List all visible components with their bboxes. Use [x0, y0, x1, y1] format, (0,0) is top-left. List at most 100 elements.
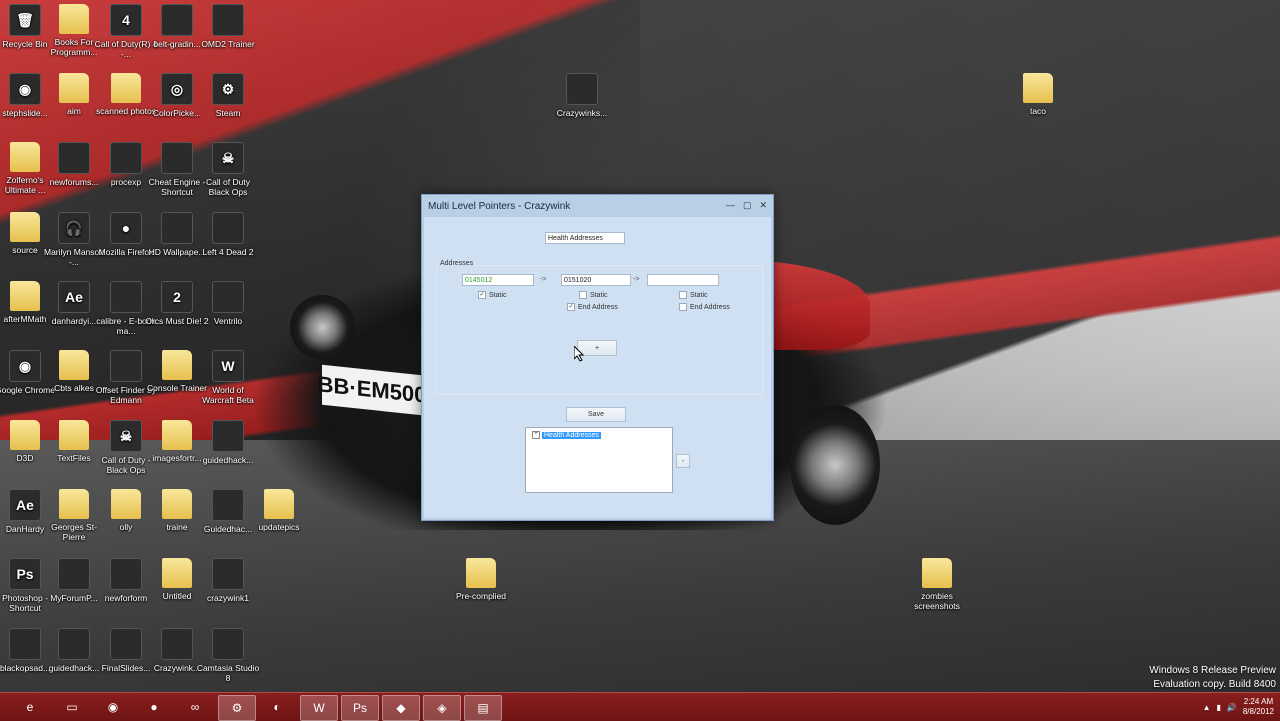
- desktop-icon-label: Left 4 Dead 2: [202, 247, 254, 257]
- desktop-icon-label: updatepics: [258, 522, 300, 532]
- gsp-icon: [59, 489, 89, 519]
- desktop-icon-label: taco: [1029, 106, 1047, 116]
- watermark-line2: Evaluation copy. Build 8400: [1153, 679, 1276, 690]
- firefox-icon[interactable]: ●: [136, 695, 172, 719]
- window-title: Multi Level Pointers - Crazywink: [428, 200, 571, 212]
- desktop-icon-label: World of Warcraft Beta: [202, 385, 254, 405]
- arrow-2: ->: [633, 276, 640, 283]
- desktop-icon-ventrilo[interactable]: Ventrilo: [196, 281, 260, 326]
- marilyn-icon: 🎧: [58, 212, 90, 244]
- desktop-icon-omd2[interactable]: OMD2 Trainer: [196, 4, 260, 49]
- guidedhac2-icon: [212, 489, 244, 521]
- finalslides-icon: [110, 628, 142, 660]
- guidedhack3-icon: [58, 628, 90, 660]
- addresses-group-label: Addresses: [438, 260, 476, 267]
- desktop-icon-codbo[interactable]: ☠ Call of Duty Black Ops: [196, 142, 260, 197]
- desktop-icon-label: Pre-complied: [455, 591, 507, 601]
- volume-icon[interactable]: 🔊: [1227, 703, 1237, 712]
- multi-level-pointers-window[interactable]: Multi Level Pointers - Crazywink — ▢ ✕ H…: [421, 194, 774, 521]
- internet-explorer-icon[interactable]: e: [12, 695, 48, 719]
- address-field-2[interactable]: 0151020: [561, 274, 631, 286]
- end-address-checkbox-2[interactable]: ✓ End Address: [567, 303, 618, 311]
- desktop-icon-guidedhack1[interactable]: guidedhack...: [196, 420, 260, 465]
- photoshop-taskbar-icon[interactable]: Ps: [341, 695, 379, 721]
- cod4-icon: 4: [110, 4, 142, 36]
- windows-watermark: Windows 8 Release Preview Evaluation cop…: [1149, 664, 1276, 692]
- clock[interactable]: 2:24 AM 8/8/2012: [1243, 697, 1274, 717]
- end-address-checkbox-3[interactable]: End Address: [679, 303, 730, 311]
- window-titlebar[interactable]: Multi Level Pointers - Crazywink: [422, 195, 773, 217]
- danhardy2-icon: Ae: [9, 489, 41, 521]
- updatepics-icon: [264, 489, 294, 519]
- steam-icon: ⚙: [212, 73, 244, 105]
- precompiled-icon: [466, 558, 496, 588]
- minimize-icon[interactable]: —: [726, 200, 735, 211]
- desktop-icon-updatepics[interactable]: updatepics: [247, 489, 311, 532]
- remove-button[interactable]: -: [676, 454, 690, 468]
- desktop-icon-precompiled[interactable]: Pre-complied: [449, 558, 513, 601]
- olly-icon: [111, 489, 141, 519]
- guidedhack1-icon: [212, 420, 244, 452]
- desktop-icon-l4d2[interactable]: Left 4 Dead 2: [196, 212, 260, 257]
- desktop-icon-label: guidedhack...: [202, 455, 254, 465]
- close-icon[interactable]: ✕: [759, 200, 767, 211]
- desktop-icon-taco[interactable]: taco: [1006, 73, 1070, 116]
- static-checkbox-3[interactable]: Static: [679, 291, 708, 299]
- address-field-1[interactable]: 0145012: [462, 274, 534, 286]
- taskbar: e ▭ ◉ ● ∞ ⚙ ◐ W Ps ◆ ◈ ▤ ▲ ▮ 🔊 2:24 AM 8…: [0, 692, 1280, 721]
- tray-arrow-icon[interactable]: ▲: [1203, 703, 1211, 712]
- firefox-icon: ●: [110, 212, 142, 244]
- window-client-area: Health Addresses Addresses 0145012 -> 01…: [424, 217, 771, 518]
- desktop-icon-label: Ventrilo: [213, 316, 243, 326]
- desktop-icon-wow[interactable]: W World of Warcraft Beta: [196, 350, 260, 405]
- desktop-icon-camtasia[interactable]: Camtasia Studio 8: [196, 628, 260, 683]
- chrome-icon: ◉: [9, 350, 41, 382]
- crazywinks-icon: [566, 73, 598, 105]
- mouse-cursor-icon: [574, 346, 584, 362]
- camtasia-taskbar-icon[interactable]: ◆: [382, 695, 420, 721]
- chrome-icon[interactable]: ◉: [95, 695, 131, 719]
- crazywink-taskbar-icon[interactable]: ▤: [464, 695, 502, 721]
- pointer-name-field[interactable]: Health Addresses: [545, 232, 625, 244]
- wow-taskbar-icon[interactable]: W: [300, 695, 338, 721]
- camtasia-icon: [212, 628, 244, 660]
- scanned-icon: [111, 73, 141, 103]
- desktop-icon-label: Camtasia Studio 8: [196, 663, 260, 683]
- aim-icon: [59, 73, 89, 103]
- clock-time: 2:24 AM: [1243, 697, 1274, 706]
- ventrilo-taskbar-icon[interactable]: ◐: [259, 695, 295, 719]
- newforform-icon: [110, 558, 142, 590]
- cheatengine-icon: [161, 142, 193, 174]
- crazywink2-icon: [161, 628, 193, 660]
- static-checkbox-2[interactable]: Static: [579, 291, 608, 299]
- wallpaper-rear-wheel: [790, 405, 880, 525]
- steam-taskbar-icon[interactable]: ⚙: [218, 695, 256, 721]
- maximize-icon[interactable]: ▢: [743, 200, 752, 211]
- static-checkbox-1[interactable]: ✓ Static: [478, 291, 507, 299]
- desktop-icon-crazywinks[interactable]: Crazywinks...: [550, 73, 614, 118]
- tree-node-health-addresses[interactable]: + Health Addresses: [532, 431, 601, 439]
- omd2-icon: [212, 4, 244, 36]
- pointer-tree-view[interactable]: + Health Addresses: [525, 427, 673, 493]
- checked-icon: ✓: [478, 291, 486, 299]
- desktop-icon-steam[interactable]: ⚙ Steam: [196, 73, 260, 118]
- address-field-3[interactable]: [647, 274, 719, 286]
- app-icon-1[interactable]: ∞: [177, 695, 213, 719]
- save-button[interactable]: Save: [566, 407, 626, 422]
- textfiles-icon: [59, 420, 89, 450]
- codbo2-icon: ☠: [110, 420, 142, 452]
- hdwall-icon: [161, 212, 193, 244]
- crazywink1-icon: [212, 558, 244, 590]
- myforum-icon: [58, 558, 90, 590]
- desktop-icon-crazywink1[interactable]: crazywink1: [196, 558, 260, 603]
- desktop-icon-label: Crazywinks...: [556, 108, 608, 118]
- cbtcs-icon: [59, 350, 89, 380]
- desktop-icon-zombies[interactable]: zombies screenshots: [905, 558, 969, 611]
- system-tray: ▲ ▮ 🔊 2:24 AM 8/8/2012: [1203, 693, 1274, 721]
- file-explorer-icon[interactable]: ▭: [54, 695, 90, 719]
- recorder-taskbar-icon[interactable]: ◈: [423, 695, 461, 721]
- expand-icon[interactable]: +: [532, 431, 540, 439]
- network-icon[interactable]: ▮: [1216, 703, 1220, 712]
- colorpicker-icon: ◎: [161, 73, 193, 105]
- zolferno-icon: [10, 142, 40, 172]
